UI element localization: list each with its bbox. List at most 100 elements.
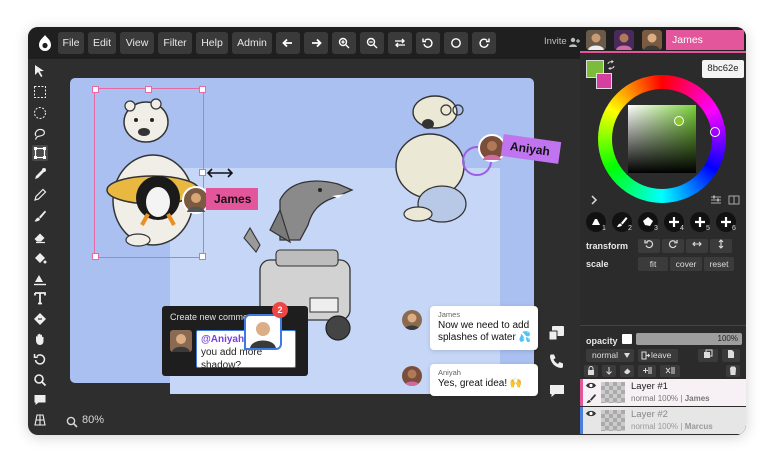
- screen-share-icon[interactable]: [548, 325, 566, 341]
- app-logo-icon[interactable]: [34, 32, 56, 54]
- drawing-canvas[interactable]: James Aniyah Create new comment @Aniyah …: [70, 78, 562, 396]
- merge-down-button[interactable]: [602, 365, 616, 377]
- new-document-icon: [728, 350, 734, 358]
- duplicate-layer-button[interactable]: [698, 349, 718, 362]
- secondary-color-swatch[interactable]: [596, 73, 612, 89]
- phone-call-icon[interactable]: [548, 353, 566, 369]
- color-wheel[interactable]: [598, 75, 726, 203]
- comment-marker[interactable]: [244, 314, 282, 350]
- add-layer-button[interactable]: [638, 365, 656, 377]
- scale-cover-button[interactable]: cover: [670, 257, 702, 271]
- eye-visibility-icon[interactable]: [585, 381, 597, 390]
- add-user-icon[interactable]: [568, 36, 580, 48]
- blend-mode-select[interactable]: normal: [586, 349, 634, 362]
- layer-row-2[interactable]: Layer #2 normal 100% | Marcus: [580, 407, 746, 434]
- arrow-right-button[interactable]: [304, 32, 328, 54]
- zoom-level[interactable]: 80%: [82, 414, 104, 426]
- user-face-icon: [187, 193, 205, 212]
- collaborator-avatar-aniyah[interactable]: [614, 30, 634, 50]
- layer-thumbnail: [601, 382, 625, 403]
- eraser-tool[interactable]: [32, 229, 48, 245]
- selection-handle[interactable]: [145, 86, 152, 93]
- undo-arrow-left-button[interactable]: [276, 32, 300, 54]
- lasso-tool[interactable]: [32, 126, 48, 142]
- comment-dialog-title: Create new comment: [170, 312, 256, 322]
- hand-tool[interactable]: [32, 331, 48, 347]
- zoom-out-button[interactable]: [360, 32, 384, 54]
- delete-layer-button[interactable]: [726, 365, 740, 377]
- panel-layout-icon[interactable]: [728, 195, 740, 205]
- current-user-name[interactable]: James: [666, 30, 744, 50]
- layer-row-1[interactable]: Layer #1 normal 100% | James: [580, 379, 746, 406]
- hue-ring-handle[interactable]: [710, 127, 720, 137]
- menu-view[interactable]: View: [120, 32, 154, 54]
- move-cursor-icon: [35, 65, 44, 77]
- scale-reset-button[interactable]: reset: [704, 257, 734, 271]
- new-comment-dialog[interactable]: Create new comment @Aniyah Could you add…: [162, 306, 308, 376]
- perspective-grid-icon: [34, 414, 46, 426]
- leave-button[interactable]: leave: [638, 349, 678, 362]
- text-tool[interactable]: [32, 290, 48, 306]
- menu-filter[interactable]: Filter: [158, 32, 192, 54]
- arrow-left-icon: [282, 38, 292, 48]
- clear-layer-button[interactable]: [620, 365, 634, 377]
- brush-number: 2: [628, 225, 632, 232]
- comment-tool[interactable]: [32, 392, 48, 408]
- rotate-left-button[interactable]: [416, 32, 440, 54]
- menu-edit[interactable]: Edit: [88, 32, 116, 54]
- invite-label[interactable]: Invite: [544, 36, 567, 47]
- reset-rotation-button[interactable]: [444, 32, 468, 54]
- move-tool[interactable]: [32, 63, 48, 79]
- pencil-tool[interactable]: [32, 187, 48, 203]
- selection-handle[interactable]: [199, 253, 206, 260]
- sliders-icon[interactable]: [710, 195, 722, 205]
- commenter-avatar: [170, 330, 192, 352]
- new-layer-button[interactable]: [722, 349, 740, 362]
- selection-box[interactable]: [92, 86, 206, 260]
- flip-button[interactable]: [388, 32, 412, 54]
- zoom-tool[interactable]: [32, 372, 48, 388]
- rotate-left-transform-button[interactable]: [638, 239, 660, 253]
- hex-color-input[interactable]: 8bc62e: [702, 60, 744, 78]
- opacity-checkbox[interactable]: [622, 334, 632, 344]
- menu-file[interactable]: File: [58, 32, 84, 54]
- brush-tool[interactable]: [32, 208, 48, 224]
- saturation-value-square[interactable]: [628, 105, 696, 173]
- rotate-right-button[interactable]: [472, 32, 496, 54]
- swap-colors-icon[interactable]: [606, 60, 616, 70]
- menu-help[interactable]: Help: [196, 32, 228, 54]
- rect-select-tool[interactable]: [32, 84, 48, 100]
- collaborator-avatar-marcus[interactable]: [586, 30, 606, 50]
- selection-handle[interactable]: [92, 253, 99, 260]
- fill-tool[interactable]: [32, 250, 48, 266]
- remove-layer-button[interactable]: [660, 365, 680, 377]
- rotate-tool[interactable]: [32, 351, 48, 367]
- layer-blend-info: normal 100% | Marcus: [631, 422, 713, 431]
- chevron-right-icon[interactable]: [590, 195, 598, 205]
- flip-vertical-icon: [718, 239, 724, 249]
- collaborator-avatar-james[interactable]: [642, 30, 662, 50]
- shape-tool[interactable]: [32, 311, 48, 327]
- zoom-magnifier-icon[interactable]: [66, 416, 78, 428]
- flip-vertical-button[interactable]: [710, 239, 732, 253]
- chat-icon[interactable]: [548, 383, 566, 399]
- selection-handle[interactable]: [199, 169, 206, 176]
- transform-tool[interactable]: [32, 145, 48, 161]
- menu-admin[interactable]: Admin: [232, 32, 272, 54]
- eye-visibility-icon[interactable]: [585, 409, 597, 418]
- gradient-tool[interactable]: [32, 271, 48, 287]
- eyedropper-tool[interactable]: [32, 166, 48, 182]
- selection-handle[interactable]: [199, 86, 206, 93]
- flip-horizontal-button[interactable]: [686, 239, 708, 253]
- layer-name: Layer #2: [631, 409, 668, 420]
- rotate-right-transform-button[interactable]: [662, 239, 684, 253]
- scale-fit-button[interactable]: fit: [638, 257, 668, 271]
- perspective-tool[interactable]: [32, 412, 48, 428]
- lock-layer-button[interactable]: [584, 365, 598, 377]
- color-picker-handle[interactable]: [674, 116, 684, 126]
- selection-handle[interactable]: [92, 86, 99, 93]
- opacity-slider[interactable]: 100%: [636, 333, 742, 345]
- ellipse-select-tool[interactable]: [32, 105, 48, 121]
- gradient-fill-icon: [34, 275, 46, 286]
- zoom-in-button[interactable]: [332, 32, 356, 54]
